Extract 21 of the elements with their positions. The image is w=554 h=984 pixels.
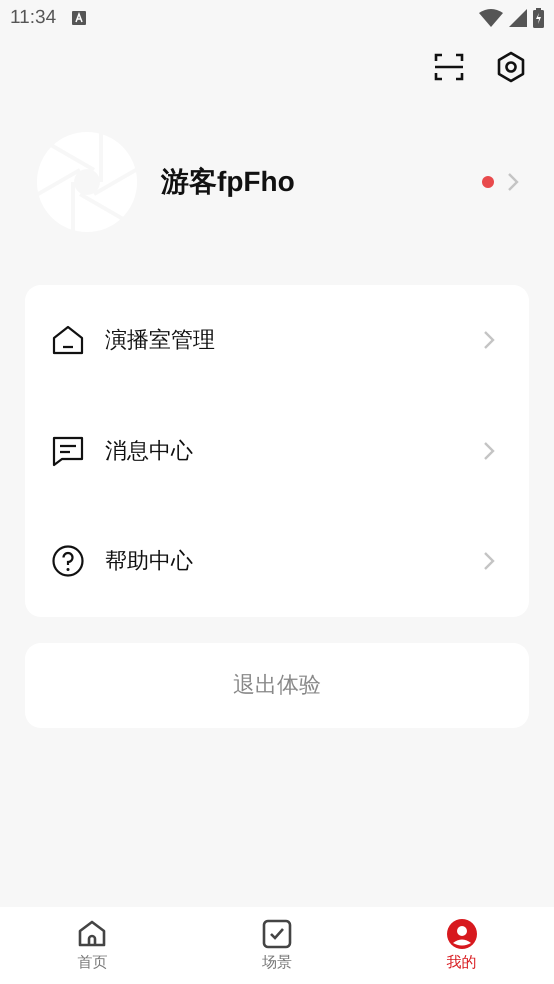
wifi-icon: [479, 9, 503, 27]
chevron-icon: [482, 550, 496, 572]
user-icon: [446, 919, 477, 949]
logout-button[interactable]: 退出体验: [25, 642, 529, 728]
user-name[interactable]: 游客fpFho: [161, 163, 295, 201]
status-time: 11:34: [10, 7, 56, 29]
menu-item[interactable]: 消息中心: [25, 396, 529, 506]
menu-item[interactable]: 帮助中心: [25, 506, 529, 616]
home-icon: [77, 919, 108, 949]
chevron-icon: [482, 440, 496, 462]
keyboard-icon: [72, 11, 86, 25]
menu-item[interactable]: 演播室管理: [25, 285, 529, 396]
chevron-icon: [506, 171, 520, 193]
nav-tab[interactable]: 我的: [369, 907, 554, 984]
nav-tab[interactable]: 首页: [0, 907, 185, 984]
help-icon: [51, 544, 85, 578]
signal-icon: [509, 9, 527, 27]
chevron-icon: [482, 329, 496, 352]
nav-tab[interactable]: 场景: [184, 907, 370, 984]
checkbox-icon: [262, 919, 292, 949]
battery-icon: [533, 8, 544, 28]
